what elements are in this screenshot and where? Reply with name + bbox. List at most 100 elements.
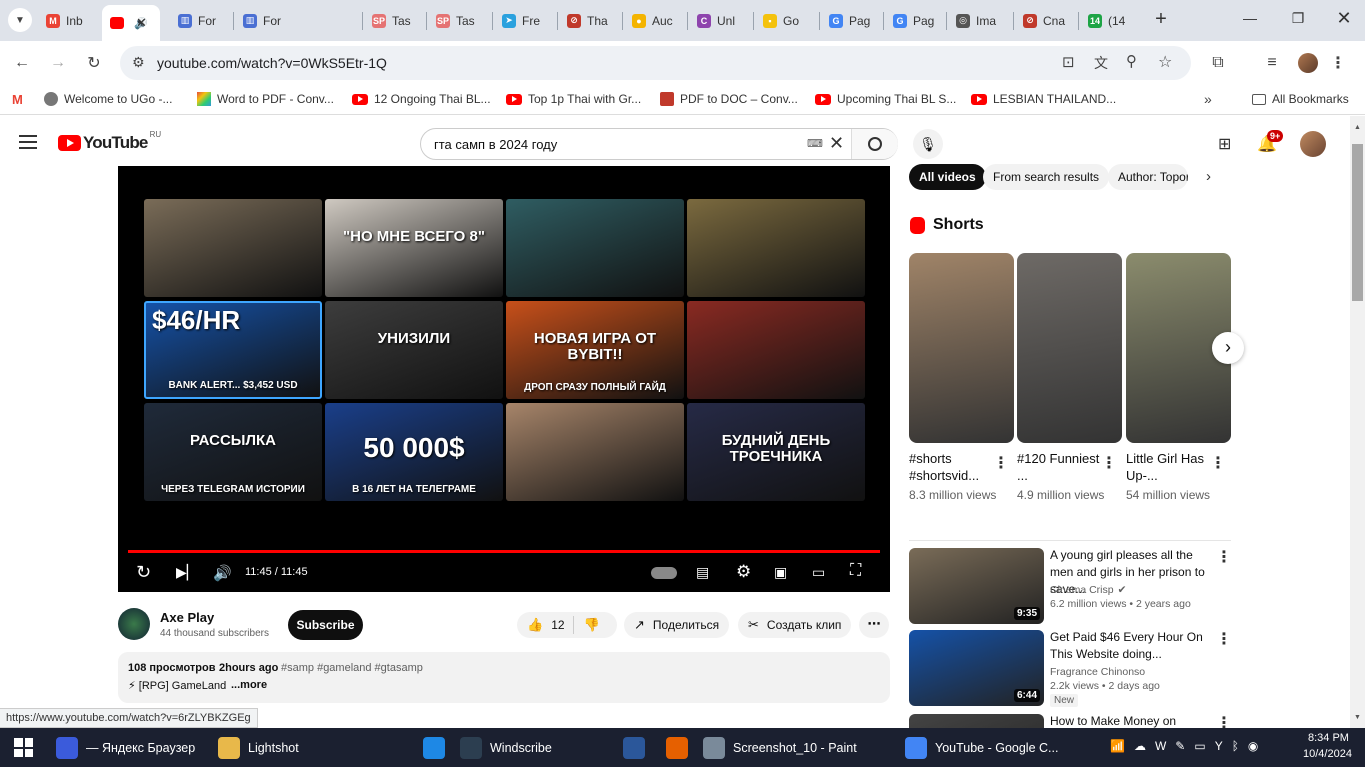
yandex-tray-icon[interactable]: Y <box>1215 739 1223 753</box>
browser-tab[interactable]: M Inb <box>46 8 96 33</box>
bluetooth-icon[interactable]: ᛒ <box>1232 739 1239 753</box>
show-more-link[interactable]: ...more <box>231 679 267 691</box>
video-title[interactable]: Get Paid $46 Every Hour On This Website … <box>1050 629 1210 663</box>
autoplay-toggle[interactable] <box>651 567 677 579</box>
bookmark-item[interactable]: Top 1p Thai with Gr... <box>506 92 641 106</box>
subscribe-button[interactable]: Subscribe <box>288 610 363 640</box>
zoom-icon[interactable]: ⚲ <box>1126 52 1137 70</box>
search-input[interactable]: гта самп в 2024 году <box>434 137 557 152</box>
taskbar-app[interactable]: — Яндекс Браузер <box>56 728 195 767</box>
bookmark-item[interactable]: 12 Ongoing Thai BL... <box>352 92 491 106</box>
page-scrollbar[interactable]: ▲ ▼ <box>1350 116 1365 728</box>
taskbar-app[interactable]: Screenshot_10 - Paint <box>703 728 857 767</box>
taskbar-app[interactable]: YouTube - Google C... <box>905 728 1058 767</box>
short-thumbnail[interactable] <box>1017 253 1122 443</box>
theater-mode-icon[interactable]: ▭ <box>812 564 825 581</box>
url-text[interactable]: youtube.com/watch?v=0WkS5Etr-1Q <box>157 55 387 71</box>
scrollbar-up-arrow[interactable]: ▲ <box>1354 124 1361 131</box>
more-options-icon[interactable]: ⋮ <box>993 456 1009 472</box>
battery-icon[interactable]: ▭ <box>1194 739 1205 753</box>
browser-tab[interactable]: G Pag <box>829 8 879 33</box>
browser-tab[interactable]: 14 (14 <box>1088 8 1138 33</box>
browser-tab[interactable]: SP Tas <box>372 8 422 33</box>
clock-time[interactable]: 8:34 PM <box>1308 732 1349 744</box>
site-info-icon[interactable]: ⚙ <box>132 54 145 71</box>
tab-search-button[interactable]: ▼ <box>8 8 32 32</box>
browser-tab[interactable]: G Pag <box>893 8 943 33</box>
video-channel[interactable]: Cinema Crisp ✔ <box>1050 584 1220 596</box>
endscreen-video-thumbnail[interactable]: "НО МНЕ ВСЕГО 8" <box>325 199 503 297</box>
back-button[interactable]: ← <box>12 53 32 73</box>
endscreen-video-thumbnail[interactable]: БУДНИЙ ДЕНЬ ТРОЕЧНИКА <box>687 403 865 501</box>
create-clip-button[interactable]: ✂ Создать клип <box>738 612 852 638</box>
browser-tab[interactable]: ◎ Ima <box>956 8 1006 33</box>
filter-chip[interactable]: Author: Topor <box>1108 164 1188 190</box>
scrollbar-thumb[interactable] <box>1352 144 1363 301</box>
bookmark-star-icon[interactable]: ☆ <box>1158 52 1172 72</box>
video-thumbnail[interactable] <box>909 714 1044 728</box>
endscreen-video-thumbnail[interactable] <box>144 199 322 297</box>
more-bookmarks-icon[interactable]: » <box>1204 91 1212 107</box>
all-bookmarks[interactable]: All Bookmarks <box>1252 92 1349 106</box>
endscreen-video-thumbnail[interactable]: УНИЗИЛИ <box>325 301 503 399</box>
browser-tab[interactable]: ➤ Fre <box>502 8 552 33</box>
onedrive-icon[interactable]: ☁ <box>1134 739 1146 753</box>
progress-bar[interactable] <box>128 550 880 553</box>
short-title[interactable]: Little Girl Has Up-... <box>1126 450 1216 484</box>
browser-tab[interactable]: ⊘ Cna <box>1023 8 1073 33</box>
taskbar-app[interactable]: Windscribe <box>460 728 552 767</box>
close-tab-icon[interactable]: ✕ <box>136 15 147 31</box>
pen-icon[interactable]: ✎ <box>1175 739 1185 753</box>
short-title[interactable]: #120 Funniest ... <box>1017 450 1107 484</box>
settings-gear-icon[interactable]: ⚙ <box>736 562 751 582</box>
volume-icon[interactable]: 🔊 <box>213 564 232 582</box>
more-options-icon[interactable]: ⋮ <box>1216 716 1232 729</box>
miniplayer-icon[interactable]: ▣ <box>774 564 787 581</box>
browser-tab[interactable]: ▥ For <box>243 8 293 33</box>
endscreen-video-thumbnail[interactable] <box>687 199 865 297</box>
channel-avatar[interactable] <box>118 608 150 640</box>
fullscreen-icon[interactable]: ⛶ <box>850 562 861 580</box>
clear-search-icon[interactable]: ✕ <box>829 133 844 154</box>
bookmark-item[interactable]: Upcoming Thai BL S... <box>815 92 956 106</box>
channel-name[interactable]: Axe Play <box>160 610 214 625</box>
more-options-icon[interactable]: ⋮ <box>1216 632 1232 648</box>
install-app-icon[interactable]: ⊡ <box>1062 53 1075 71</box>
clock-date[interactable]: 10/4/2024 <box>1303 748 1352 760</box>
subtitles-icon[interactable]: ▤ <box>696 564 709 581</box>
browser-tab[interactable]: ▥ For <box>178 8 228 33</box>
notifications-button[interactable]: 🔔 9+ <box>1257 130 1284 154</box>
taskbar-app[interactable] <box>623 728 645 767</box>
network-icon[interactable]: 📶 <box>1110 739 1125 753</box>
browser-tab[interactable]: ⊘ Tha <box>567 8 617 33</box>
shorts-next-button[interactable]: › <box>1212 332 1244 364</box>
endscreen-video-thumbnail[interactable] <box>506 199 684 297</box>
search-button[interactable] <box>851 129 898 159</box>
video-thumbnail[interactable]: 6:44 <box>909 630 1044 706</box>
short-title[interactable]: #shorts #shortsvid... <box>909 450 999 484</box>
windscribe-tray-icon[interactable]: W <box>1155 739 1166 753</box>
next-icon[interactable]: ▶▏ <box>176 564 198 581</box>
browser-tab[interactable]: 🔊 ✕ <box>102 5 160 41</box>
more-options-icon[interactable]: ⋮ <box>1216 550 1232 566</box>
create-video-icon[interactable]: ⊞ <box>1218 134 1231 154</box>
video-channel[interactable]: Fragrance Chinonso <box>1050 666 1220 678</box>
endscreen-video-thumbnail[interactable]: РАССЫЛКА ЧЕРЕЗ TELEGRAM ИСТОРИИ <box>144 403 322 501</box>
browser-tab[interactable]: ▪ Go <box>763 8 813 33</box>
hamburger-menu-icon[interactable] <box>19 135 37 149</box>
share-button[interactable]: ↗ Поделиться <box>624 612 730 638</box>
more-actions-button[interactable]: ⋯ <box>859 612 889 638</box>
search-box[interactable]: гта самп в 2024 году ⌨ ✕ <box>420 128 898 160</box>
more-options-icon[interactable]: ⋮ <box>1101 456 1117 472</box>
filter-chip[interactable]: All videos <box>909 164 986 190</box>
endscreen-video-thumbnail[interactable]: $46/HR BANK ALERT... $3,452 USD <box>144 301 322 399</box>
taskbar-app[interactable]: Lightshot <box>218 728 299 767</box>
filter-chip[interactable]: From search results <box>983 164 1110 190</box>
chevron-right-icon[interactable]: › <box>1206 168 1211 185</box>
short-thumbnail[interactable] <box>909 253 1014 443</box>
start-button[interactable] <box>14 738 33 757</box>
youtube-logo[interactable]: YouTube RU <box>58 130 161 153</box>
taskbar-app[interactable] <box>423 728 445 767</box>
close-window-button[interactable]: ✕ <box>1332 8 1356 30</box>
voice-search-button[interactable]: 🎙 <box>913 129 943 159</box>
